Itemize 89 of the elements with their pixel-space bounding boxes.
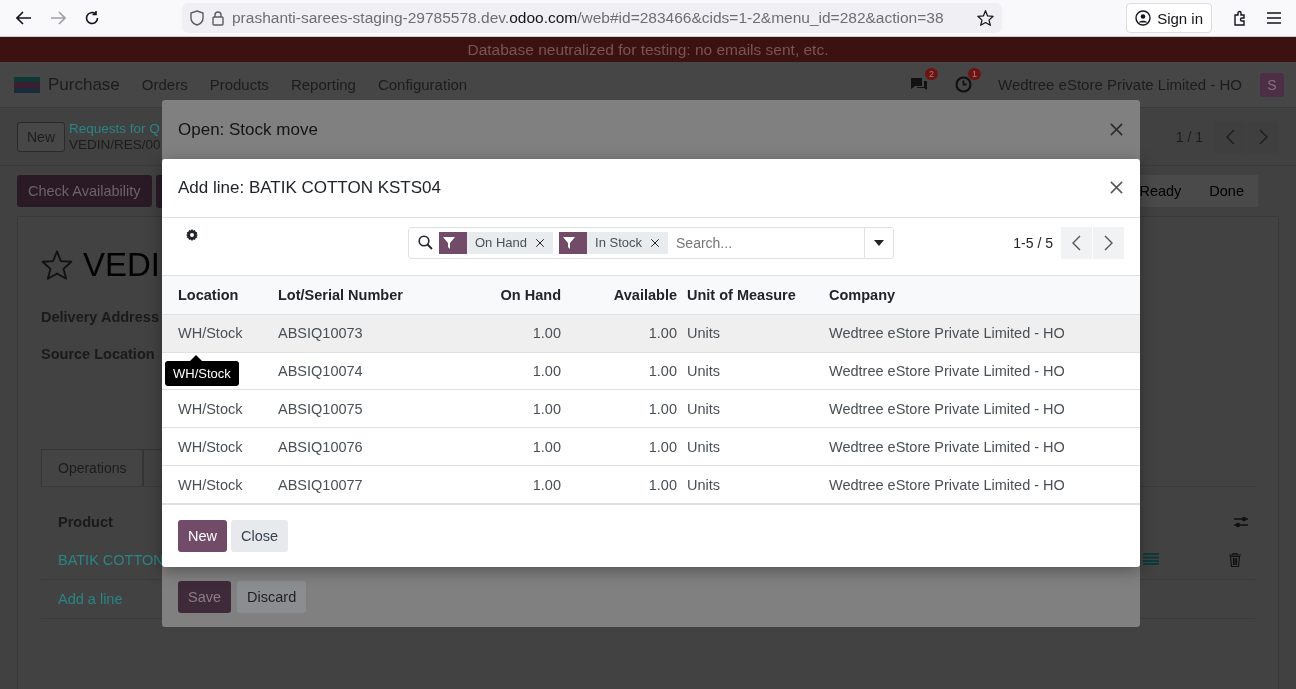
table-cell-text: WH/Stock [178, 400, 244, 417]
trash-icon[interactable] [1229, 553, 1241, 567]
table-cell-text: Wedtree eStore Private Limited - HO [829, 476, 1066, 493]
record-title: VEDI [83, 246, 161, 284]
dialog-title: Open: Stock move [178, 119, 318, 140]
settings-icon[interactable] [186, 228, 198, 241]
column-header[interactable]: Company [829, 286, 1140, 303]
search-bar[interactable]: On Hand In Stock Search... [408, 226, 894, 259]
lock-icon [212, 10, 224, 26]
remove-icon[interactable] [535, 237, 546, 248]
table-cell-text: 1.00 [647, 438, 678, 455]
chevron-right-icon [1258, 128, 1268, 145]
shield-icon [190, 10, 204, 26]
table-cell-text: 1.00 [531, 325, 562, 342]
table-cell-text: ABSIQ10077 [278, 476, 364, 493]
user-avatar[interactable]: S [1260, 72, 1284, 97]
filter-icon [443, 236, 455, 249]
chevron-left-icon [1225, 128, 1235, 145]
status-step[interactable]: Done [1195, 175, 1258, 207]
table-cell-text: WH/Stock [178, 476, 244, 493]
table-cell-text: Units [687, 325, 722, 342]
close-button[interactable]: Close [231, 520, 289, 553]
reload-icon[interactable] [84, 10, 100, 26]
column-header[interactable]: Available [571, 286, 687, 303]
forward-icon[interactable] [50, 11, 66, 25]
table-cell-text: 1.00 [647, 325, 678, 342]
table-cell-text: 1.00 [531, 363, 562, 379]
previous-page-button[interactable] [1061, 226, 1092, 259]
clock-icon[interactable] [955, 76, 972, 93]
pager-value: 1-5 / 5 [1013, 234, 1053, 251]
table-cell-text: Units [687, 400, 722, 417]
table-cell-text: 1.00 [647, 400, 678, 417]
account-icon [1135, 10, 1152, 26]
address-bar[interactable]: prashanti-sarees-staging-29785578.dev.odoo.com/web#id=283466&cids=1-2&menu_id=282&action=38 [182, 3, 1002, 33]
table-cell-text: ABSIQ10074 [278, 363, 364, 379]
message-count-badge: 2 [925, 68, 938, 80]
tooltip: WH/Stock [165, 360, 239, 386]
add-line-link[interactable]: Add a line [58, 591, 123, 607]
chevron-left-icon [1072, 234, 1081, 251]
table-cell-text: 1.00 [647, 476, 678, 493]
table-cell-text: WH/Stock [178, 325, 244, 342]
filter-facet[interactable]: On Hand [439, 231, 554, 254]
discard-button[interactable]: Discard [237, 581, 307, 613]
extensions-icon[interactable] [1232, 10, 1248, 26]
star-icon[interactable] [977, 10, 994, 26]
filter-icon [563, 236, 576, 249]
breadcrumb-link[interactable]: Requests for Q [69, 120, 161, 137]
table-cell-text: Wedtree eStore Private Limited - HO [829, 363, 1066, 379]
activity-count-badge: 1 [968, 68, 981, 80]
table-cell-text: Units [687, 476, 722, 493]
search-icon [418, 235, 433, 251]
product-link[interactable]: BATIK COTTON [58, 552, 164, 568]
sign-in-button[interactable]: Sign in [1126, 3, 1212, 33]
remove-icon[interactable] [650, 237, 660, 248]
table-cell-text: WH/Stock [178, 438, 244, 455]
neutralized-banner-text: Database neutralized for testing: no emails sent, etc. [467, 40, 829, 59]
save-button[interactable]: Save [178, 581, 232, 613]
close-icon[interactable] [1109, 122, 1124, 137]
sliders-icon[interactable] [1233, 515, 1249, 529]
column-header[interactable]: On Hand [451, 286, 571, 303]
dialog-title: Add line: BATIK COTTON KSTS04 [178, 177, 441, 198]
table-cell-text: Units [687, 438, 722, 455]
column-header[interactable]: Unit of Measure [687, 286, 829, 303]
table-cell-text: 1.00 [647, 363, 678, 379]
menu-icon[interactable] [1267, 12, 1281, 24]
table-cell-text: 1.00 [531, 400, 562, 417]
filter-facet[interactable]: In Stock [559, 231, 668, 254]
check-availability-button[interactable]: Check Availability [17, 175, 152, 207]
close-icon[interactable] [1109, 180, 1124, 196]
column-header[interactable]: Location [178, 286, 278, 303]
table-cell-text: ABSIQ10073 [278, 325, 364, 342]
table-cell-text: Units [687, 363, 722, 379]
new-button[interactable]: New [178, 520, 227, 553]
chevron-right-icon [1104, 234, 1113, 251]
table-cell-text: 1.00 [531, 438, 562, 455]
table-cell-text: Wedtree eStore Private Limited - HO [829, 325, 1066, 342]
table-cell-text: ABSIQ10075 [278, 400, 364, 417]
next-page-button[interactable] [1093, 226, 1124, 259]
app-logo-icon[interactable] [14, 76, 40, 93]
column-header[interactable]: Lot/Serial Number [278, 286, 451, 303]
star-icon[interactable] [41, 250, 73, 280]
table-cell-text: ABSIQ10076 [278, 438, 364, 455]
table-cell-text: Wedtree eStore Private Limited - HO [829, 438, 1066, 455]
caret-icon [874, 239, 884, 246]
table-cell-text: 1.00 [531, 476, 562, 493]
back-icon[interactable] [16, 11, 32, 25]
list-icon[interactable] [1143, 553, 1159, 565]
table-cell-text: Wedtree eStore Private Limited - HO [829, 400, 1066, 417]
chat-icon[interactable] [909, 76, 929, 93]
